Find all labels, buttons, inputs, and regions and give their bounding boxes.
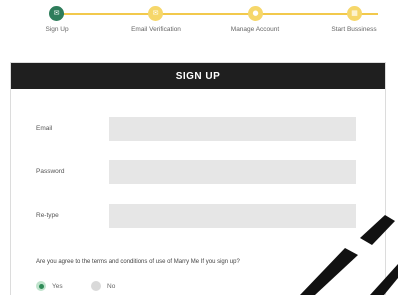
terms-question: Are you agree to the terms and condition… (36, 259, 240, 265)
terms-radio-group: Yes No (36, 281, 236, 293)
radio-yes[interactable]: Yes (36, 281, 63, 291)
step-3-label: Manage Account (230, 26, 280, 33)
signup-card: SIGN UP Email Password Re-type Are you a… (10, 62, 386, 295)
signup-title: SIGN UP (11, 63, 385, 89)
email-row: Email (11, 117, 387, 141)
step-4-label: Start Bussiness (331, 26, 377, 33)
password-field[interactable] (109, 160, 356, 184)
retype-password-field[interactable] (109, 204, 356, 228)
radio-yes-label: Yes (52, 282, 63, 290)
retype-row: Re-type (11, 204, 387, 228)
step-2-email-icon: ✉ (148, 6, 163, 21)
step-4-business-icon: ▦ (347, 6, 362, 21)
step-2-label: Email Verification (131, 26, 181, 33)
radio-yes-circle-icon[interactable] (36, 281, 46, 291)
radio-no[interactable]: No (91, 281, 115, 291)
progress-stepper: ✉ ✉ ● ▦ Sign Up Email Verification Manag… (0, 0, 398, 40)
step-1-signup-icon: ✉ (49, 6, 64, 21)
password-label: Password (36, 168, 65, 175)
retype-label: Re-type (36, 212, 59, 219)
radio-no-circle-icon[interactable] (91, 281, 101, 291)
step-1-label: Sign Up (45, 26, 69, 33)
email-label: Email (36, 125, 53, 132)
radio-no-label: No (107, 282, 116, 290)
step-3-account-icon: ● (248, 6, 263, 21)
password-row: Password (11, 160, 387, 184)
email-field[interactable] (109, 117, 356, 141)
